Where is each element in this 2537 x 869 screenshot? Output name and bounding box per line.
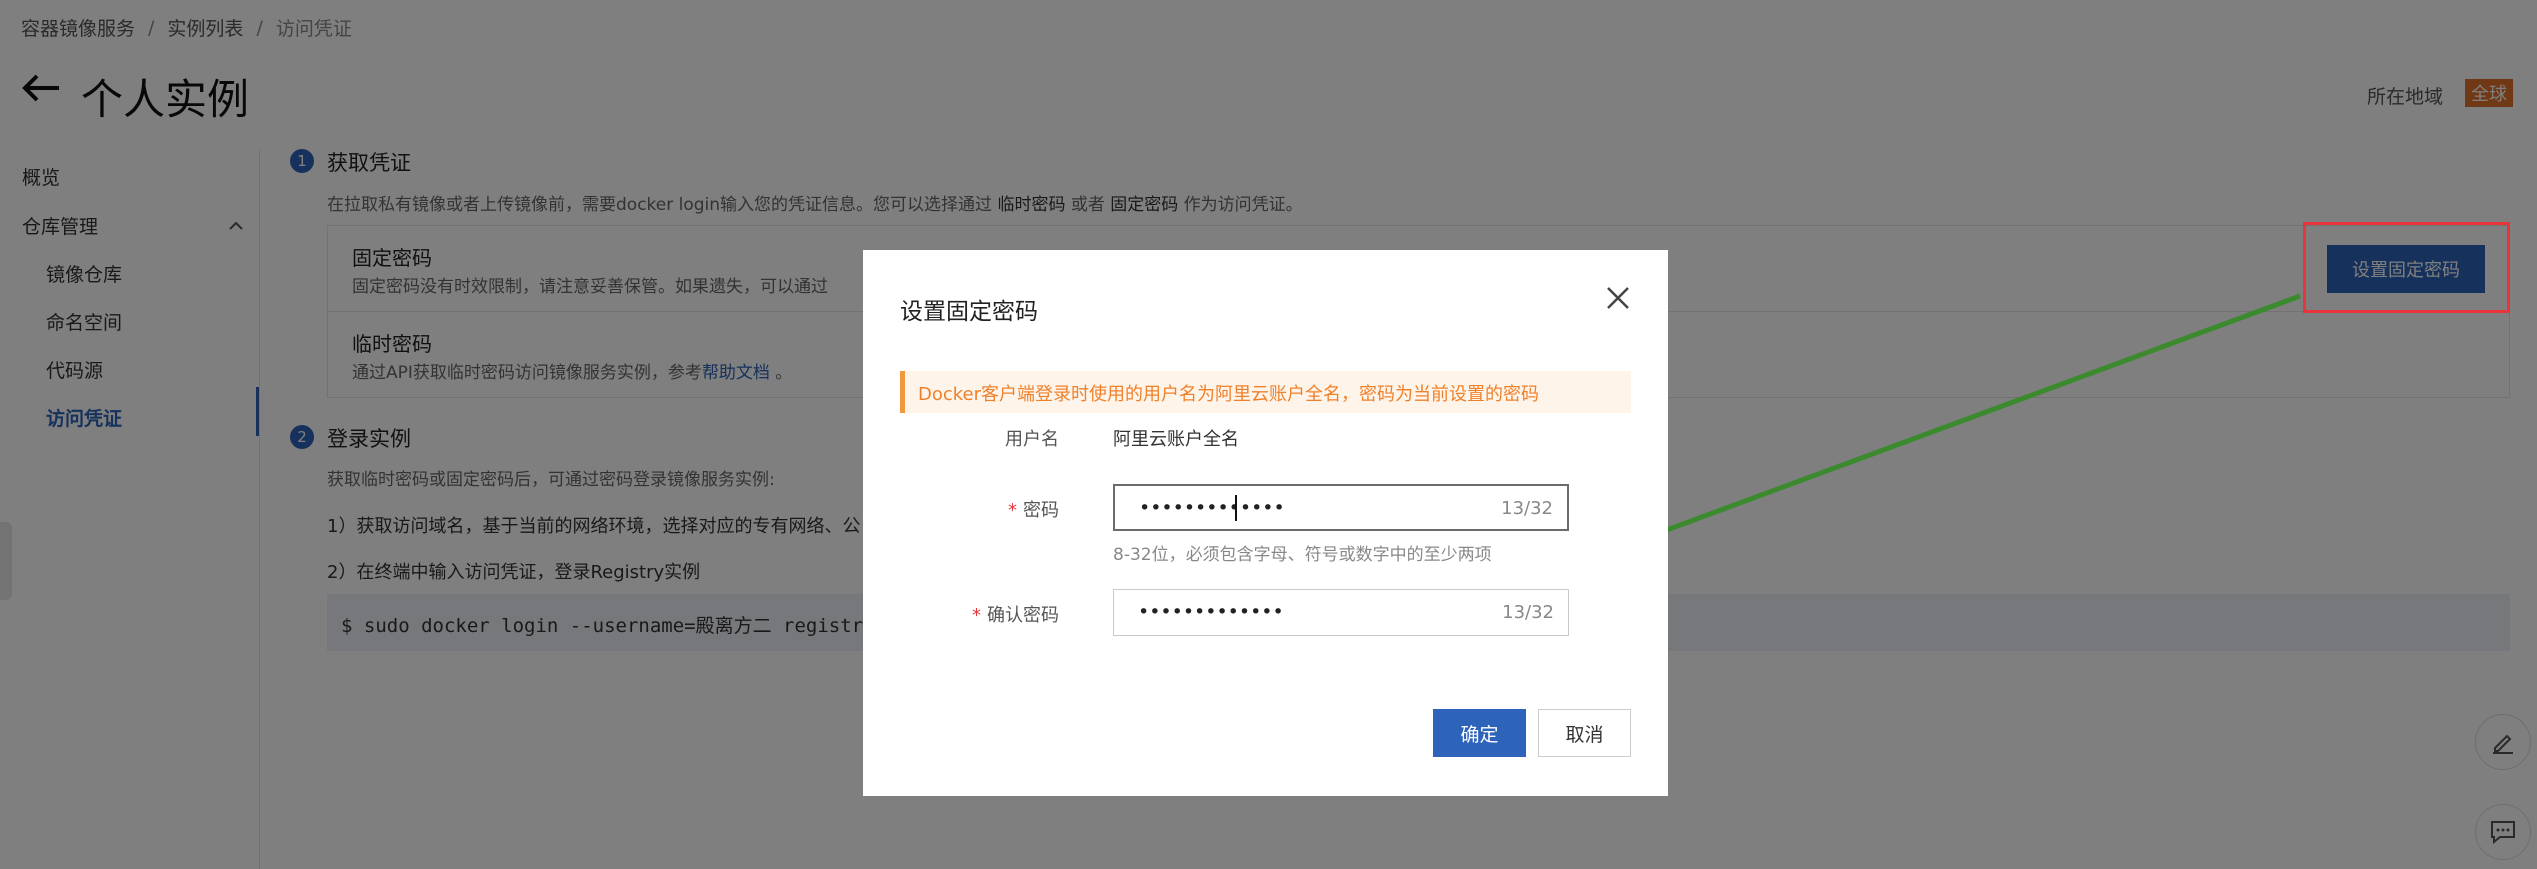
password-mask: ••••••••••••• — [1139, 497, 1285, 519]
password-counter: 13/32 — [1501, 498, 1553, 519]
confirm-password-counter: 13/32 — [1502, 602, 1554, 623]
username-value: 阿里云账户全名 — [1113, 429, 1239, 450]
cancel-button[interactable]: 取消 — [1538, 709, 1631, 757]
required-mark: * — [972, 605, 981, 626]
confirm-password-mask: ••••••••••••• — [1138, 601, 1284, 623]
dialog-title: 设置固定密码 — [900, 299, 1038, 325]
set-password-dialog: 设置固定密码 Docker客户端登录时使用的用户名为阿里云账户全名，密码为当前设… — [863, 250, 1668, 796]
username-label: 用户名 — [1005, 429, 1059, 450]
close-icon[interactable] — [1603, 283, 1633, 318]
required-mark: * — [1008, 500, 1017, 521]
password-label: * 密码 — [1008, 500, 1059, 521]
password-input[interactable]: ••••••••••••• 13/32 — [1113, 484, 1569, 531]
info-alert: Docker客户端登录时使用的用户名为阿里云账户全名，密码为当前设置的密码 — [900, 371, 1631, 413]
confirm-button[interactable]: 确定 — [1433, 709, 1526, 757]
confirm-password-label: * 确认密码 — [972, 605, 1059, 626]
password-hint: 8-32位，必须包含字母、符号或数字中的至少两项 — [1113, 545, 1492, 565]
confirm-password-input[interactable]: ••••••••••••• 13/32 — [1113, 589, 1569, 636]
text-caret — [1235, 495, 1237, 521]
